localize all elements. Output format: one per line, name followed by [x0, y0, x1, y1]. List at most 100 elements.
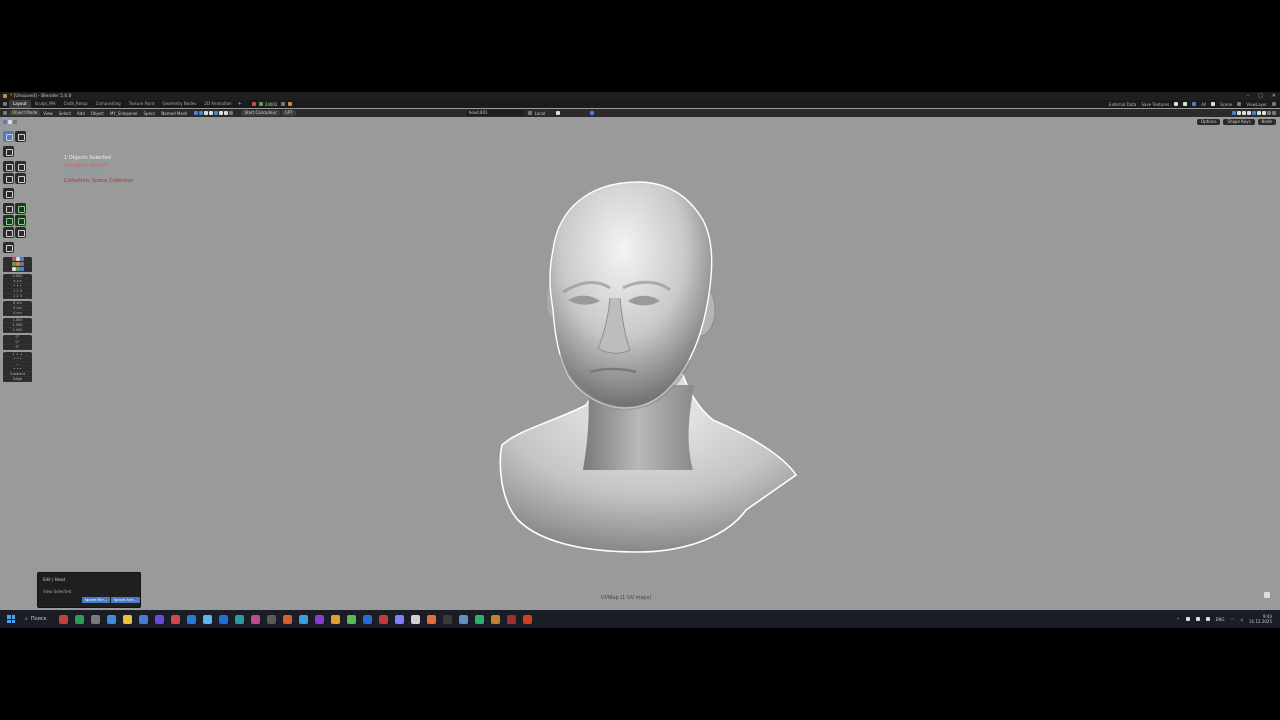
addon-blue-icon[interactable] [19, 257, 24, 261]
object-name-field[interactable]: head.001 [465, 110, 524, 116]
start-button[interactable] [7, 615, 15, 623]
menu-specs[interactable]: Specs [140, 111, 158, 116]
lock-icon[interactable] [1264, 592, 1270, 598]
orientation-dropdown[interactable]: Local [532, 111, 548, 116]
taskbar-app-icon[interactable] [218, 614, 228, 624]
ignore-armature-button[interactable]: Ignore Arm... [111, 597, 140, 603]
menu-named-mesh[interactable]: Named Mesh [158, 111, 190, 116]
overlays-icon[interactable] [1247, 111, 1251, 115]
taskbar-app-icon[interactable] [522, 614, 532, 624]
addon-green-icon[interactable] [11, 262, 16, 266]
tray-gpu-icon[interactable] [1205, 617, 1210, 621]
taskbar-app-icon[interactable] [426, 614, 436, 624]
file-menu-icon[interactable] [3, 102, 7, 106]
taskbar-app-icon[interactable] [410, 614, 420, 624]
record-icon[interactable] [251, 102, 256, 106]
transform-tool[interactable] [15, 173, 26, 184]
taskbar-app-icon[interactable] [346, 614, 356, 624]
taskbar-app-icon[interactable] [154, 614, 164, 624]
rendered-shading-icon[interactable] [1272, 111, 1276, 115]
tab-geometry-nodes[interactable]: Geometry Nodes [159, 100, 201, 108]
proportional-icon[interactable] [204, 111, 209, 115]
taskbar-app-icon[interactable] [106, 614, 116, 624]
taskbar-app-icon[interactable] [314, 614, 324, 624]
taskbar-app-icon[interactable] [378, 614, 388, 624]
view-icon[interactable] [1232, 111, 1236, 115]
language-indicator[interactable]: ENG [1216, 617, 1225, 622]
proportional-edit-icon[interactable] [590, 111, 595, 115]
taskbar-app-icon[interactable] [282, 614, 292, 624]
external-data-menu[interactable]: External Data [1109, 102, 1136, 107]
camera-icon[interactable] [1183, 102, 1188, 106]
addon-white-icon[interactable] [15, 257, 20, 261]
ignore-mirror-button[interactable]: Ignore Mirr... [82, 597, 111, 603]
tab-2d-animation[interactable]: 2D Animation [200, 100, 235, 108]
taskbar-app-icon[interactable] [138, 614, 148, 624]
wifi-icon[interactable]: ◠ [1231, 617, 1235, 622]
save-textures-button[interactable]: Save Textures [1141, 102, 1169, 107]
menu-object[interactable]: Object [88, 111, 107, 116]
taskbar-app-icon[interactable] [202, 614, 212, 624]
menu-add[interactable]: Add [74, 111, 88, 116]
snap-toggle-icon[interactable] [556, 111, 561, 115]
measure-tool[interactable] [15, 203, 26, 214]
rotate-tool[interactable] [15, 161, 26, 172]
mode-dropdown[interactable]: Object Mode [9, 110, 41, 116]
material-shading-icon[interactable] [1267, 111, 1271, 115]
taskbar-app-icon[interactable] [394, 614, 404, 624]
taskbar-app-icon[interactable] [490, 614, 500, 624]
menu-select[interactable]: Select [56, 111, 74, 116]
move-tool[interactable] [3, 161, 14, 172]
addon-green2-icon[interactable] [15, 267, 20, 271]
editor-type-icon[interactable] [3, 111, 7, 115]
select-box-icon[interactable] [3, 119, 7, 124]
select-box-tool[interactable] [3, 131, 14, 142]
all-filter[interactable]: All [1201, 102, 1206, 107]
taskbar-app-icon[interactable] [74, 614, 84, 624]
options-dropdown[interactable]: Options [1196, 118, 1221, 125]
rotation-z-field[interactable]: 0° [3, 345, 32, 350]
taskbar-app-icon[interactable] [362, 614, 372, 624]
shape-keys-dropdown[interactable]: Shape Keys [1223, 118, 1255, 125]
scale-z-field[interactable]: 1.000 [3, 328, 32, 333]
scale-tool[interactable] [3, 173, 14, 184]
addon-grey-icon[interactable] [19, 262, 24, 266]
render-icon[interactable] [1174, 102, 1179, 106]
taskbar-app-icon[interactable] [266, 614, 276, 624]
gizmo-icon[interactable] [214, 111, 219, 115]
xray-toggle-icon[interactable] [1252, 111, 1256, 115]
taskbar-app-icon[interactable] [506, 614, 516, 624]
wireframe-shading-icon[interactable] [1257, 111, 1261, 115]
taskbar-app-icon[interactable] [122, 614, 132, 624]
warning-icon[interactable] [280, 102, 285, 106]
annotate-tool[interactable] [3, 188, 14, 199]
tab-cloth-retop[interactable]: Cloth_Retop [60, 100, 92, 108]
tray-chevron-icon[interactable]: ^ [1177, 617, 1180, 622]
bisect-tool[interactable] [15, 227, 26, 238]
maximize-button[interactable]: □ [1258, 93, 1263, 99]
edge-label[interactable]: Edge [3, 377, 32, 382]
tab-texture-paint[interactable]: Texture Paint [125, 100, 159, 108]
add-sphere-tool[interactable] [15, 215, 26, 226]
taskbar-app-icon[interactable] [442, 614, 452, 624]
taskbar-search[interactable]: ⌕ Поиск [25, 616, 47, 622]
addon-blue2-icon[interactable] [19, 267, 24, 271]
menu-my-sidepanel[interactable]: MY_Sidepanel [107, 111, 141, 116]
solid-shading-icon[interactable] [1262, 111, 1266, 115]
tray-cloud-icon[interactable] [1195, 617, 1200, 621]
xray-icon[interactable] [224, 111, 229, 115]
minimize-button[interactable]: – [1247, 93, 1250, 99]
taskbar-app-icon[interactable] [234, 614, 244, 624]
taskbar-app-icon[interactable] [250, 614, 260, 624]
select-mode-icon[interactable] [8, 119, 12, 124]
add-workspace-icon[interactable]: + [238, 101, 242, 107]
shading-icon[interactable] [229, 111, 234, 115]
node-dropdown[interactable]: Node [1257, 118, 1276, 125]
visibility-icon[interactable] [1237, 111, 1241, 115]
scene-selector[interactable]: Scene [1220, 102, 1232, 107]
cursor-tool[interactable] [3, 146, 14, 157]
taskbar-app-icon[interactable] [458, 614, 468, 624]
close-button[interactable]: ✕ [1272, 93, 1276, 99]
remove-view-layer-icon[interactable] [1272, 102, 1276, 106]
view-layer-selector[interactable]: ViewLayer [1246, 102, 1267, 107]
